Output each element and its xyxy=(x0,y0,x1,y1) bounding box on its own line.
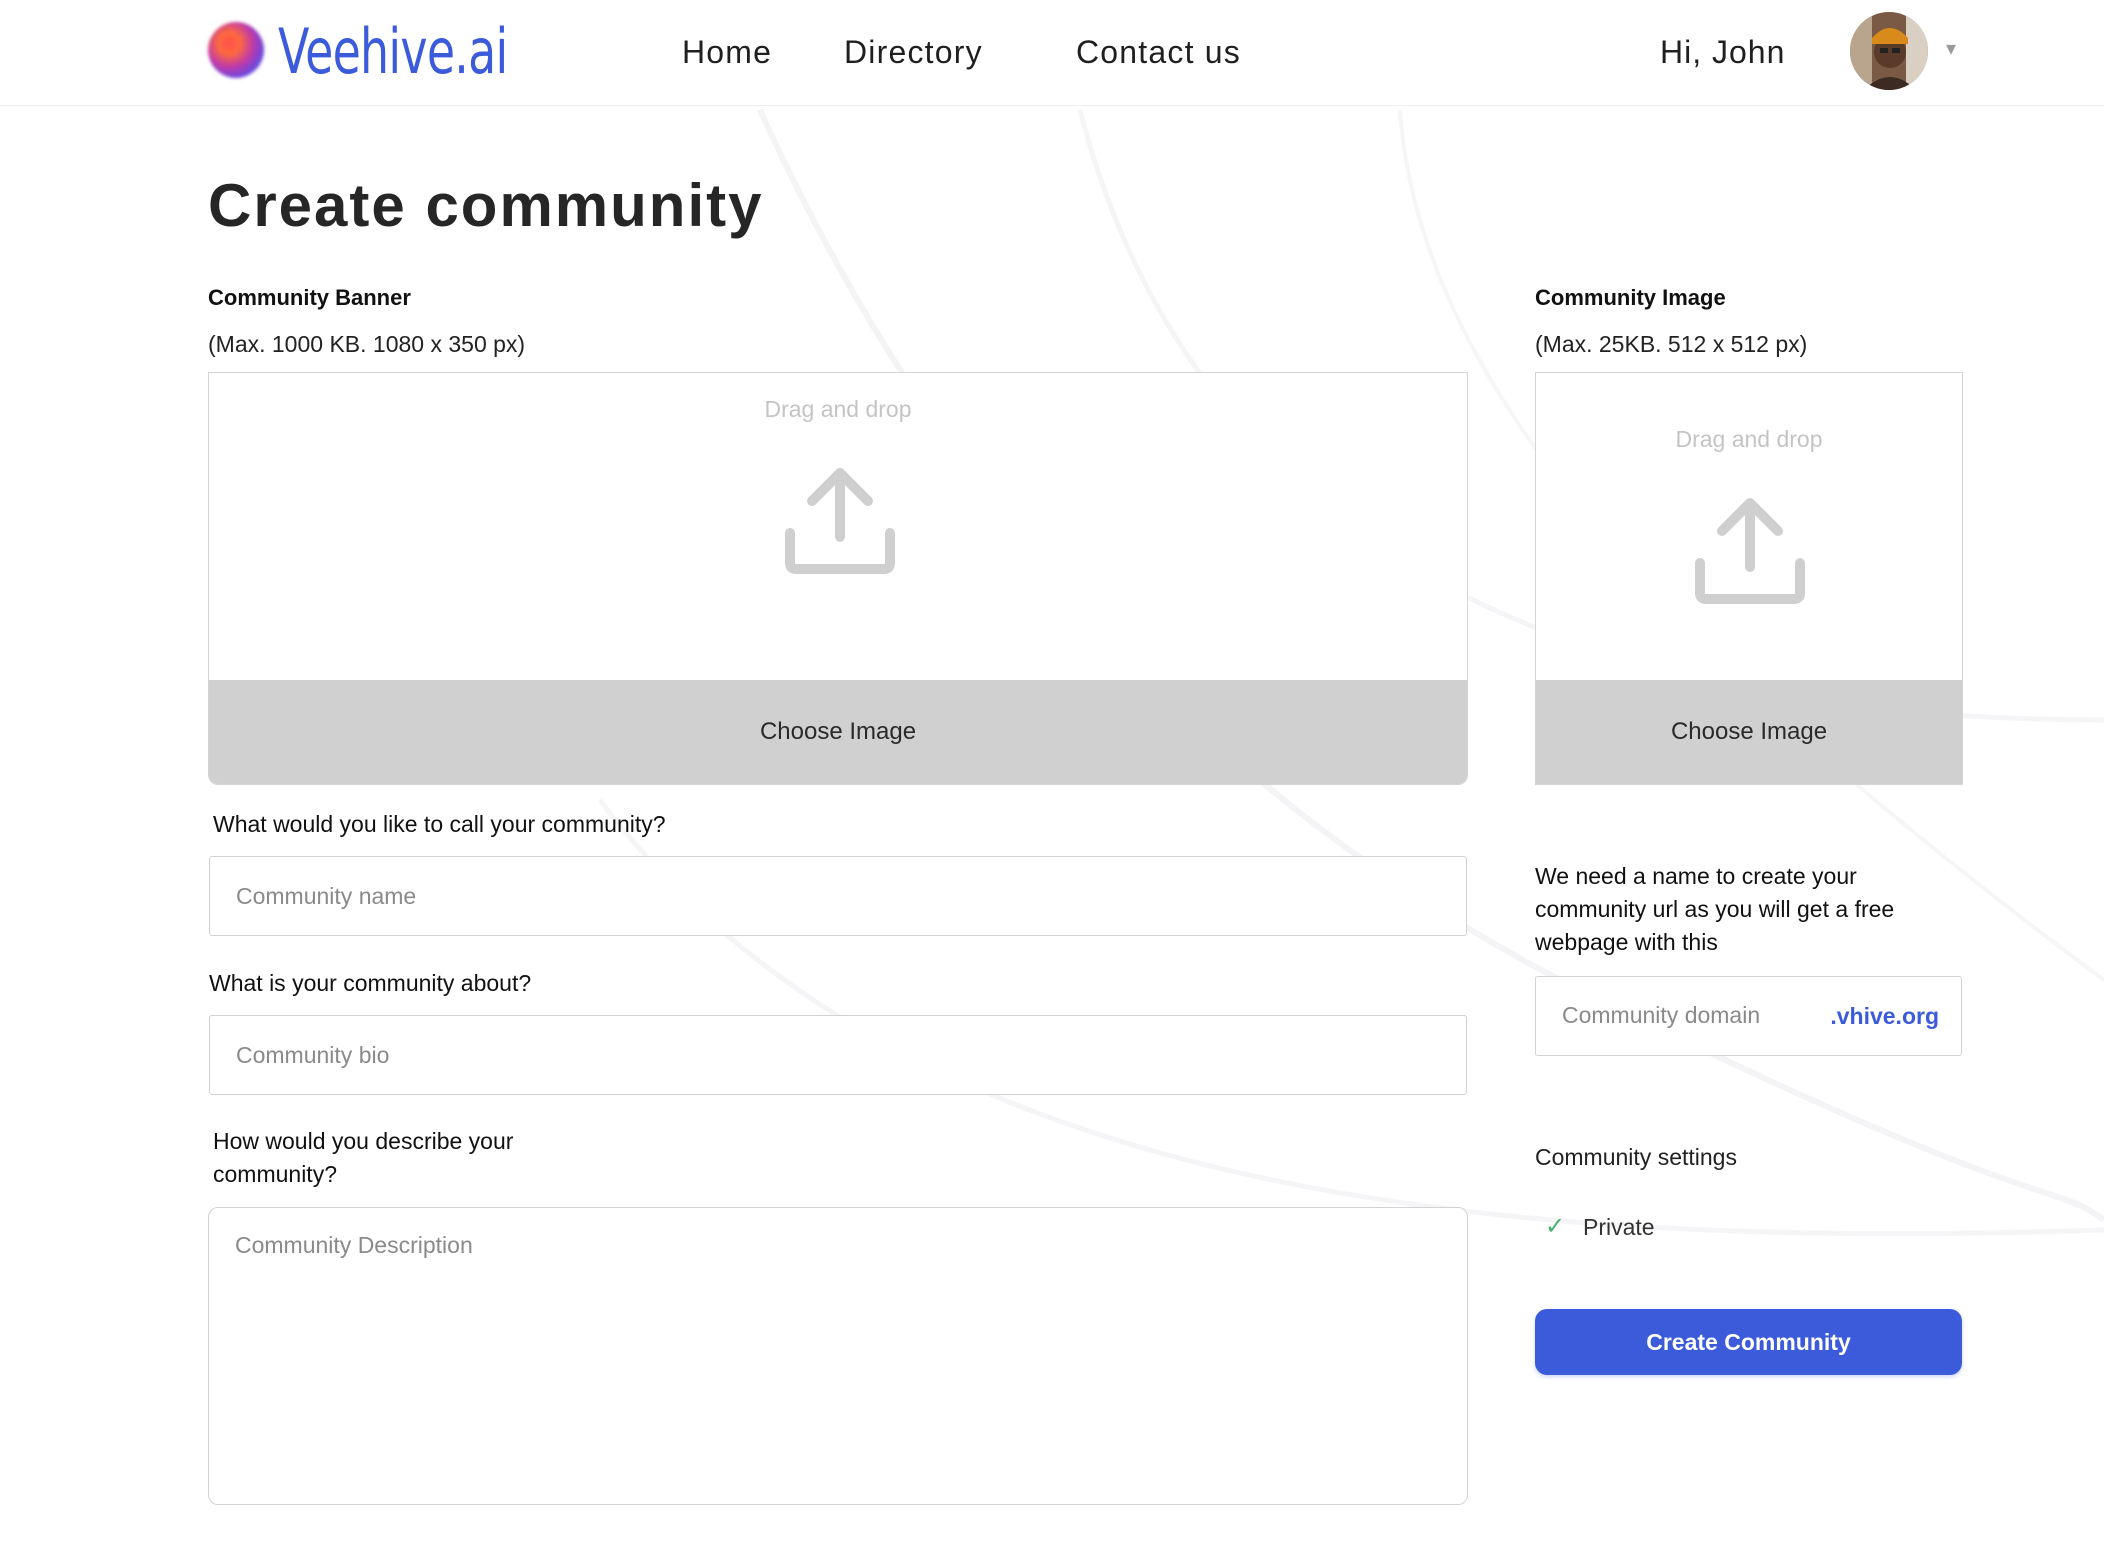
nav-directory-link[interactable]: Directory xyxy=(844,30,983,74)
page-title: Create community xyxy=(208,172,764,239)
image-size-hint: (Max. 25KB. 512 x 512 px) xyxy=(1535,331,1808,357)
create-community-button[interactable]: Create Community xyxy=(1535,1309,1962,1375)
image-label: Community Image xyxy=(1535,285,1726,310)
name-question-label: What would you like to call your communi… xyxy=(213,811,666,837)
banner-drop-text: Drag and drop xyxy=(764,396,912,422)
upload-icon xyxy=(1695,498,1805,604)
nav-contact-link[interactable]: Contact us xyxy=(1076,30,1241,74)
top-navigation-bar: Veehive.ai Home Directory Contact us Hi,… xyxy=(0,0,2104,106)
community-domain-input[interactable] xyxy=(1536,977,1816,1054)
description-question-line1: How would you describe your xyxy=(213,1128,514,1154)
image-drop-text: Drag and drop xyxy=(1675,426,1823,452)
logo-text[interactable]: Veehive.ai xyxy=(278,14,508,90)
community-bio-input[interactable] xyxy=(209,1015,1467,1095)
community-domain-field: .vhive.org xyxy=(1535,976,1962,1056)
banner-dropzone[interactable]: Drag and drop Choose Image xyxy=(208,372,1468,785)
bio-question-label: What is your community about? xyxy=(209,970,532,996)
user-greeting: Hi, John xyxy=(1660,34,1786,70)
image-choose-image-button[interactable]: Choose Image xyxy=(1536,680,1962,784)
logo-orb-icon[interactable] xyxy=(208,22,264,78)
domain-note: We need a name to create your community … xyxy=(1535,863,1895,955)
banner-size-hint: (Max. 1000 KB. 1080 x 350 px) xyxy=(208,331,526,357)
domain-suffix: .vhive.org xyxy=(1830,1003,1939,1029)
nav-home-link[interactable]: Home xyxy=(682,30,772,74)
description-question-line2: community? xyxy=(213,1161,337,1187)
community-description-textarea[interactable] xyxy=(208,1207,1468,1505)
upload-icon xyxy=(785,468,895,574)
private-checkmark-icon[interactable]: ✓ xyxy=(1545,1210,1565,1244)
account-menu-chevron-down-icon[interactable]: ▾ xyxy=(1946,36,1956,61)
avatar-photo-icon xyxy=(1850,12,1928,90)
private-option-label[interactable]: Private xyxy=(1583,1210,1655,1244)
community-name-input[interactable] xyxy=(209,856,1467,936)
banner-label: Community Banner xyxy=(208,285,411,310)
avatar[interactable] xyxy=(1850,12,1928,90)
banner-choose-image-button[interactable]: Choose Image xyxy=(209,680,1467,784)
community-settings-label: Community settings xyxy=(1535,1144,1737,1170)
image-dropzone[interactable]: Drag and drop Choose Image xyxy=(1535,372,1963,785)
